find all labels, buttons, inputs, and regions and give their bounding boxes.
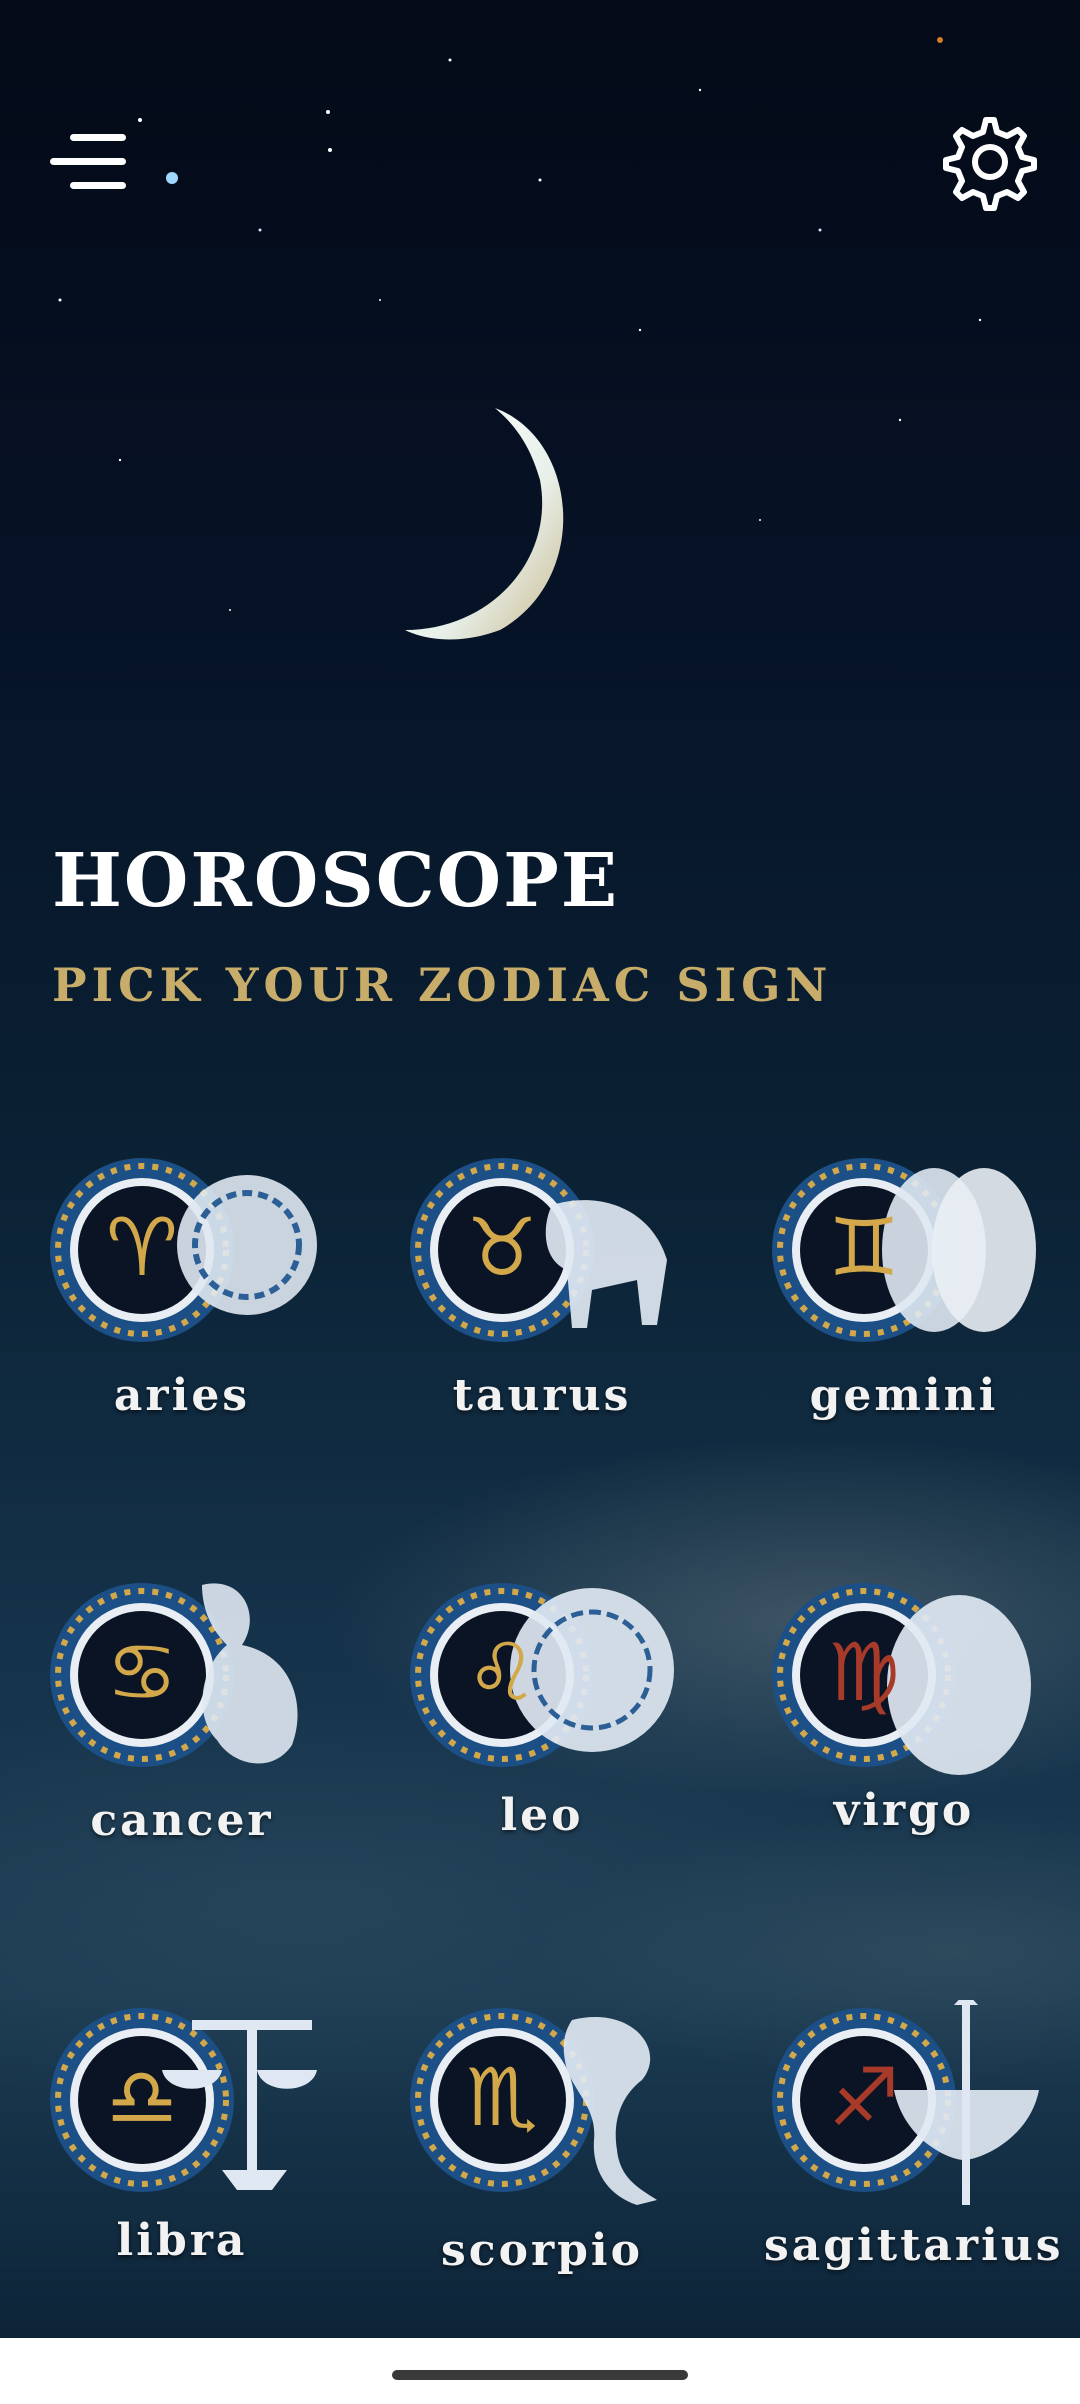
svg-text:♏: ♏: [466, 2051, 538, 2144]
sign-sagittarius[interactable]: ♐ sagittarius: [764, 2000, 1064, 2300]
sign-label: libra: [116, 2215, 248, 2266]
svg-text:♎: ♎: [106, 2051, 178, 2144]
sign-label: sagittarius: [764, 2220, 1064, 2271]
sign-scorpio[interactable]: ♏ scorpio: [402, 2000, 702, 2300]
sign-aries[interactable]: ♈ aries: [42, 1150, 342, 1450]
page-subtitle: PICK YOUR ZODIAC SIGN: [52, 958, 833, 1012]
svg-text:♋: ♋: [106, 1626, 178, 1719]
sign-gemini[interactable]: ♊ gemini: [764, 1150, 1064, 1450]
gear-icon: [943, 117, 1037, 211]
svg-text:♈: ♈: [106, 1201, 178, 1294]
menu-button[interactable]: [48, 130, 136, 194]
svg-text:♐: ♐: [828, 2051, 900, 2144]
home-indicator[interactable]: [392, 2370, 688, 2380]
hamburger-menu-icon: [70, 134, 126, 141]
virgo-emblem-icon: ♍: [772, 1583, 1031, 1775]
scorpio-emblem-icon: ♏: [410, 2008, 657, 2205]
sign-label: leo: [500, 1790, 584, 1841]
sign-cancer[interactable]: ♋ cancer: [42, 1575, 342, 1875]
aries-emblem-icon: ♈: [50, 1158, 317, 1342]
sign-virgo[interactable]: ♍ virgo: [764, 1575, 1064, 1875]
sign-label: scorpio: [441, 2225, 643, 2276]
sign-taurus[interactable]: ♉ taurus: [402, 1150, 702, 1450]
sagittarius-emblem-icon: ♐: [772, 2000, 1039, 2205]
crescent-moon-image: [405, 408, 564, 640]
sign-label: cancer: [90, 1795, 274, 1846]
leo-emblem-icon: ♌: [410, 1583, 674, 1767]
libra-emblem-icon: ♎: [50, 2008, 317, 2192]
page-title: HOROSCOPE: [52, 838, 620, 924]
settings-button[interactable]: [940, 112, 1040, 212]
svg-text:♊: ♊: [828, 1201, 900, 1294]
gemini-emblem-icon: ♊: [772, 1158, 1036, 1342]
sign-label: gemini: [809, 1370, 999, 1421]
app-screen: HOROSCOPE PICK YOUR ZODIAC SIGN ♈ aries …: [0, 0, 1080, 2338]
svg-text:♍: ♍: [828, 1626, 900, 1719]
sign-label: virgo: [833, 1785, 975, 1836]
sign-leo[interactable]: ♌ leo: [402, 1575, 702, 1875]
svg-text:♉: ♉: [466, 1201, 538, 1294]
sign-label: taurus: [452, 1370, 632, 1421]
cancer-emblem-icon: ♋: [50, 1583, 298, 1767]
sign-label: aries: [113, 1370, 251, 1421]
svg-text:♌: ♌: [466, 1626, 538, 1719]
sign-libra[interactable]: ♎ libra: [42, 2000, 342, 2300]
hamburger-line: [70, 182, 126, 189]
taurus-emblem-icon: ♉: [410, 1158, 667, 1342]
hamburger-line: [50, 158, 126, 165]
